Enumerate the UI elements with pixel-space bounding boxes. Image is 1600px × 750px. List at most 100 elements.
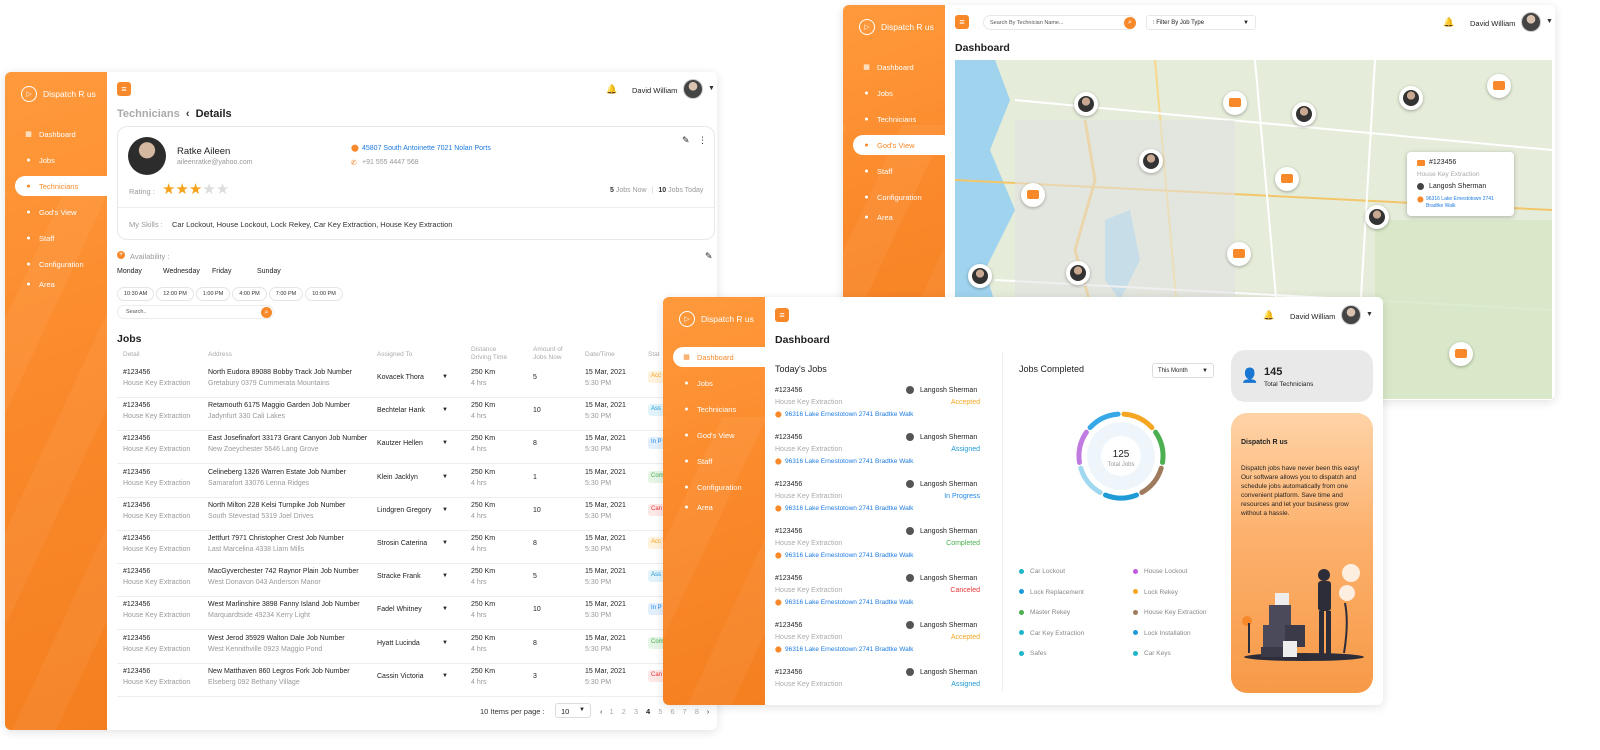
donut-segment[interactable] xyxy=(1102,492,1140,501)
chevron-down-icon[interactable]: ▼ xyxy=(442,606,448,612)
more-icon[interactable]: ⋮ xyxy=(698,135,707,146)
assigned-to[interactable]: Klein Jacklyn xyxy=(377,474,418,481)
job-address[interactable]: 96316 Lake Ernestotown 2741 Bradtke Walk xyxy=(785,505,913,512)
assigned-to[interactable]: Bechtelar Hank xyxy=(377,407,425,414)
breadcrumb-technicians[interactable]: Technicians xyxy=(117,108,180,120)
assigned-to[interactable]: Kovacek Thora xyxy=(377,374,424,381)
sidebar-item-area[interactable]: ● Area xyxy=(15,274,107,294)
technician-pin[interactable] xyxy=(1139,149,1163,173)
table-row[interactable]: #123456 House Key Extraction Celineberg … xyxy=(117,465,677,498)
chevron-down-icon[interactable]: ▼ xyxy=(442,573,448,579)
job-pin[interactable] xyxy=(1223,91,1247,115)
page-link[interactable]: 3 xyxy=(634,707,638,716)
edit-availability-icon[interactable]: ✎ xyxy=(705,251,713,262)
sidebar-item-technicians[interactable]: ● Technicians xyxy=(673,399,765,419)
bell-icon[interactable]: 🔔 xyxy=(1263,310,1274,321)
assigned-to[interactable]: Kautzer Hellen xyxy=(377,440,423,447)
job-pin[interactable] xyxy=(1227,242,1251,266)
assigned-to[interactable]: Hyatt Lucinda xyxy=(377,640,420,647)
job-pin[interactable] xyxy=(1449,342,1473,366)
sidebar-item-dashboard[interactable]: ▦ Dashboard xyxy=(15,124,107,144)
page-link[interactable]: 2 xyxy=(622,707,626,716)
brand[interactable]: ▷ Dispatch R us xyxy=(859,19,934,35)
job-item[interactable]: #123456 Langosh Sherman House Key Extrac… xyxy=(775,572,980,619)
chevron-down-icon[interactable]: ▼ xyxy=(1546,18,1553,25)
job-type-filter[interactable]: ⫶ Filter By Job Type ▼ xyxy=(1146,15,1256,30)
chevron-down-icon[interactable]: ▼ xyxy=(442,407,448,413)
chevron-down-icon[interactable]: ▼ xyxy=(442,673,448,679)
sidebar-item-dashboard[interactable]: ▦ Dashboard xyxy=(673,347,765,367)
add-icon[interactable]: + xyxy=(117,251,125,259)
table-row[interactable]: #123456 House Key Extraction West Marlin… xyxy=(117,597,677,631)
edit-icon[interactable]: ✎ xyxy=(682,135,690,146)
table-row[interactable]: #123456 House Key Extraction North Milto… xyxy=(117,498,677,531)
job-item[interactable]: #123456 Langosh Sherman House Key Extrac… xyxy=(775,666,980,713)
period-select[interactable]: This Month ▼ xyxy=(1152,363,1214,378)
bell-icon[interactable]: 🔔 xyxy=(606,84,617,95)
sidebar-item-technicians[interactable]: ● Technicians xyxy=(853,109,945,129)
chevron-right-icon[interactable]: › xyxy=(707,707,710,716)
job-address[interactable]: 96316 Lake Ernestotown 2741 Bradtke Walk xyxy=(785,458,913,465)
technician-pin[interactable] xyxy=(1074,92,1098,116)
donut-segment[interactable] xyxy=(1076,429,1089,465)
chevron-down-icon[interactable]: ▼ xyxy=(442,640,448,646)
table-row[interactable]: #123456 House Key Extraction Retamouth 6… xyxy=(117,398,677,432)
page-link[interactable]: 4 xyxy=(646,707,650,716)
job-address[interactable]: 96316 Lake Ernestotown 2741 Bradtke Walk xyxy=(785,646,913,653)
job-item[interactable]: #123456 Langosh Sherman House Key Extrac… xyxy=(775,384,980,431)
sidebar-item-gods-view[interactable]: ● God's View xyxy=(15,202,107,222)
job-item[interactable]: #123456 Langosh Sherman House Key Extrac… xyxy=(775,619,980,666)
items-per-page-select[interactable]: 10 ▼ xyxy=(555,703,591,718)
bell-icon[interactable]: 🔔 xyxy=(1443,17,1454,28)
job-popup[interactable]: #123456 House Key Extraction Langosh She… xyxy=(1407,152,1514,216)
sidebar-item-area[interactable]: ● Area xyxy=(853,207,945,227)
technician-pin[interactable] xyxy=(968,264,992,288)
chevron-down-icon[interactable]: ▼ xyxy=(1366,311,1373,318)
sidebar-item-jobs[interactable]: ● Jobs xyxy=(15,150,107,170)
jobs-search[interactable]: Search.. ⌕ xyxy=(117,305,274,319)
job-address[interactable]: 96316 Lake Ernestotown 2741 Bradtke Walk xyxy=(785,411,913,418)
table-row[interactable]: #123456 House Key Extraction Jettfurt 79… xyxy=(117,531,677,564)
technician-pin[interactable] xyxy=(1365,205,1389,229)
chevron-down-icon[interactable]: ▼ xyxy=(442,374,448,380)
sidebar-item-gods-view[interactable]: ● God's View xyxy=(853,135,945,155)
avatar[interactable] xyxy=(1341,305,1361,325)
chevron-down-icon[interactable]: ▼ xyxy=(442,474,448,480)
table-row[interactable]: #123456 House Key Extraction West Jerod … xyxy=(117,631,677,664)
sidebar-item-dashboard[interactable]: ▦ Dashboard xyxy=(853,57,945,77)
assigned-to[interactable]: Strosin Caterina xyxy=(377,540,427,547)
assigned-to[interactable]: Lindgren Gregory xyxy=(377,507,431,514)
assigned-to[interactable]: Stracke Frank xyxy=(377,573,421,580)
search-icon[interactable]: ⌕ xyxy=(1124,17,1136,29)
sidebar-item-gods-view[interactable]: ● God's View xyxy=(673,425,765,445)
technician-search[interactable]: Search By Technician Name... ⌕ xyxy=(983,15,1136,30)
job-item[interactable]: #123456 Langosh Sherman House Key Extrac… xyxy=(775,525,980,572)
avatar[interactable] xyxy=(1521,12,1541,32)
technician-pin[interactable] xyxy=(1292,102,1316,126)
sidebar-item-configuration[interactable]: ● Configuration xyxy=(673,477,765,497)
menu-toggle-button[interactable]: ≡ xyxy=(955,15,969,29)
brand[interactable]: ▷ Dispatch R us xyxy=(679,311,754,327)
job-pin[interactable] xyxy=(1275,167,1299,191)
technician-pin[interactable] xyxy=(1066,261,1090,285)
table-row[interactable]: #123456 House Key Extraction East Josefi… xyxy=(117,431,677,465)
chevron-down-icon[interactable]: ▼ xyxy=(708,85,715,92)
technician-pin[interactable] xyxy=(1399,86,1423,110)
avatar[interactable] xyxy=(683,79,703,99)
search-input[interactable]: Search By Technician Name... xyxy=(990,20,1064,26)
assigned-to[interactable]: Fadel Whitney xyxy=(377,606,422,613)
search-input[interactable]: Search.. xyxy=(126,309,146,315)
job-address[interactable]: 96316 Lake Ernestotown 2741 Bradtke Walk xyxy=(785,552,913,559)
page-link[interactable]: 6 xyxy=(670,707,674,716)
page-link[interactable]: 1 xyxy=(610,707,614,716)
job-item[interactable]: #123456 Langosh Sherman House Key Extrac… xyxy=(775,478,980,525)
chevron-down-icon[interactable]: ▼ xyxy=(442,540,448,546)
search-icon[interactable]: ⌕ xyxy=(261,307,272,318)
table-row[interactable]: #123456 House Key Extraction North Eudor… xyxy=(117,365,677,398)
page-link[interactable]: 8 xyxy=(695,707,699,716)
chevron-down-icon[interactable]: ▼ xyxy=(442,507,448,513)
job-pin[interactable] xyxy=(1487,74,1511,98)
sidebar-item-jobs[interactable]: ● Jobs xyxy=(853,83,945,103)
table-row[interactable]: #123456 House Key Extraction MacGyverche… xyxy=(117,564,677,598)
job-pin[interactable] xyxy=(1021,183,1045,207)
